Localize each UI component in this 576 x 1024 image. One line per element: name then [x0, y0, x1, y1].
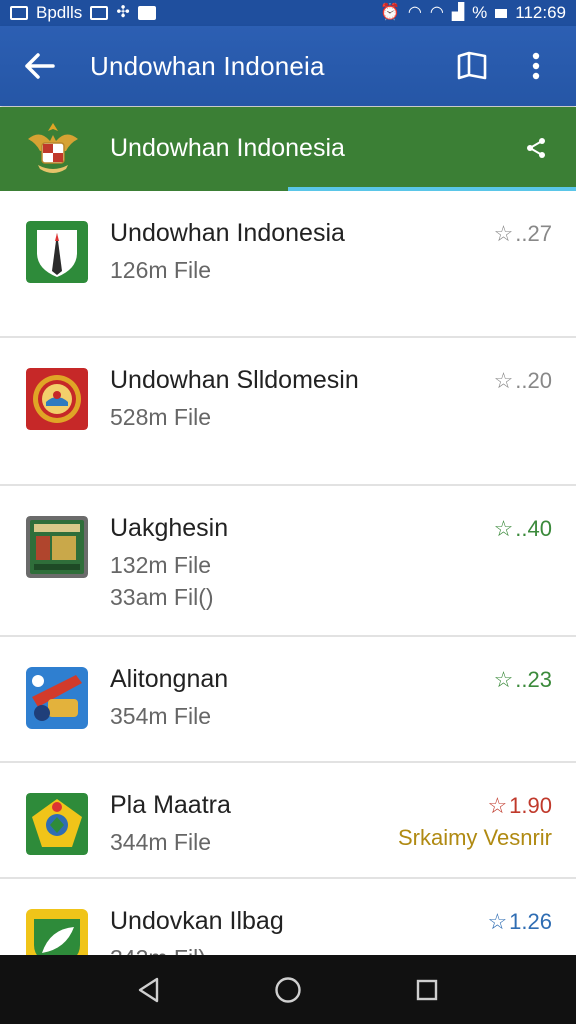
nav-home-button[interactable]	[263, 965, 313, 1015]
nav-back-button[interactable]	[124, 965, 174, 1015]
share-icon	[527, 138, 545, 158]
item-title: Undowhan Slldomesin	[110, 366, 359, 394]
item-title: Alitongnan	[110, 665, 229, 693]
banner-title: Undowhan Indonesia	[110, 133, 345, 162]
signal-icon: ▟	[451, 4, 465, 21]
star-icon: ☆	[487, 909, 508, 934]
status-app-text: Bpdlls	[36, 3, 83, 22]
app-title: Undowhan Indoneia	[90, 50, 325, 81]
item-size: 132m File	[110, 552, 211, 578]
list-item[interactable]: Alitongnan 354m File ☆ ..23	[0, 637, 576, 763]
notification-icon	[137, 6, 156, 20]
circle-home-icon	[275, 976, 301, 1003]
image-icon	[90, 6, 109, 20]
rating-value: 1.90	[509, 793, 552, 818]
system-nav-bar	[0, 955, 576, 1024]
square-recents-icon	[416, 979, 437, 1000]
rating-value: ..20	[515, 368, 552, 393]
item-title: Uakghesin	[110, 514, 229, 542]
item-rating: ☆ 1.90	[487, 793, 552, 819]
battery-percent: %	[472, 3, 488, 22]
pentagon-icon	[26, 793, 88, 855]
badge-icon	[26, 368, 88, 430]
rating-value: ..23	[515, 667, 552, 692]
wifi-signal-icon: ◠	[429, 4, 444, 21]
star-icon: ☆	[487, 793, 508, 818]
share-button[interactable]	[518, 130, 554, 166]
item-size-secondary: 33am Fil()	[110, 584, 214, 610]
item-size: 528m File	[110, 404, 211, 430]
list-item[interactable]: Undowhan Slldomesin 528m File ☆ ..20	[0, 338, 576, 486]
garuda-emblem-icon	[28, 123, 78, 173]
book-cover-icon	[26, 516, 88, 578]
star-icon: ☆	[493, 667, 514, 692]
star-icon: ☆	[493, 368, 514, 393]
nav-recents-button[interactable]	[402, 965, 452, 1015]
category-banner: Undowhan Indonesia	[0, 107, 576, 189]
book-button[interactable]	[450, 44, 494, 88]
item-rating: ☆ ..23	[494, 667, 552, 693]
list-item[interactable]: Undowhan Indonesia 126m File ☆ ..27	[0, 191, 576, 338]
list-item[interactable]: Pla Maatra 344m File ☆ 1.90 Srkaimy Vesn…	[0, 763, 576, 879]
item-size: 126m File	[110, 257, 211, 283]
item-rating: ☆ ..27	[494, 221, 552, 247]
status-left: Bpdlls ✣	[10, 3, 156, 23]
item-title: Pla Maatra	[110, 791, 231, 819]
item-title: Undowhan Indonesia	[110, 219, 345, 247]
wifi-icon: ◠	[407, 4, 422, 21]
gallery-icon	[10, 6, 28, 20]
triangle-back-icon	[139, 977, 159, 1002]
status-right: ⏰ ◠ ◠ ▟ % 112:69	[380, 3, 566, 23]
status-time: 112:69	[515, 3, 566, 22]
item-size: 354m File	[110, 703, 211, 729]
app-list: Undowhan Indonesia 126m File ☆ ..27 Undo…	[0, 191, 576, 971]
rating-value: ..27	[515, 221, 552, 246]
star-icon: ☆	[493, 516, 514, 541]
game-icon	[26, 667, 88, 729]
item-rating: ☆ 1.26	[487, 909, 552, 935]
screen: Bpdlls ✣ ⏰ ◠ ◠ ▟ % 112:69 Undowhan Indon…	[0, 0, 576, 1024]
star-icon: ☆	[493, 221, 514, 246]
battery-icon	[495, 8, 508, 18]
back-button[interactable]	[18, 44, 62, 88]
rating-value: ..40	[515, 516, 552, 541]
shield-icon	[26, 221, 88, 283]
item-rating: ☆ ..40	[494, 516, 552, 542]
more-options-button[interactable]	[514, 44, 558, 88]
rating-value: 1.26	[509, 909, 552, 934]
status-bar: Bpdlls ✣ ⏰ ◠ ◠ ▟ % 112:69	[0, 0, 576, 26]
item-title: Undovkan Ilbag	[110, 907, 284, 935]
item-rating: ☆ ..20	[494, 368, 552, 394]
item-tag: Srkaimy Vesnrir	[397, 825, 552, 850]
back-arrow-icon	[25, 53, 55, 79]
app-bar: Undowhan Indoneia	[0, 26, 576, 106]
alarm-icon: ⏰	[379, 4, 400, 21]
list-item[interactable]: Uakghesin 132m File 33am Fil() ☆ ..40	[0, 486, 576, 637]
usb-icon: ✣	[116, 4, 130, 21]
book-icon	[457, 51, 487, 80]
more-vert-icon	[532, 52, 540, 80]
